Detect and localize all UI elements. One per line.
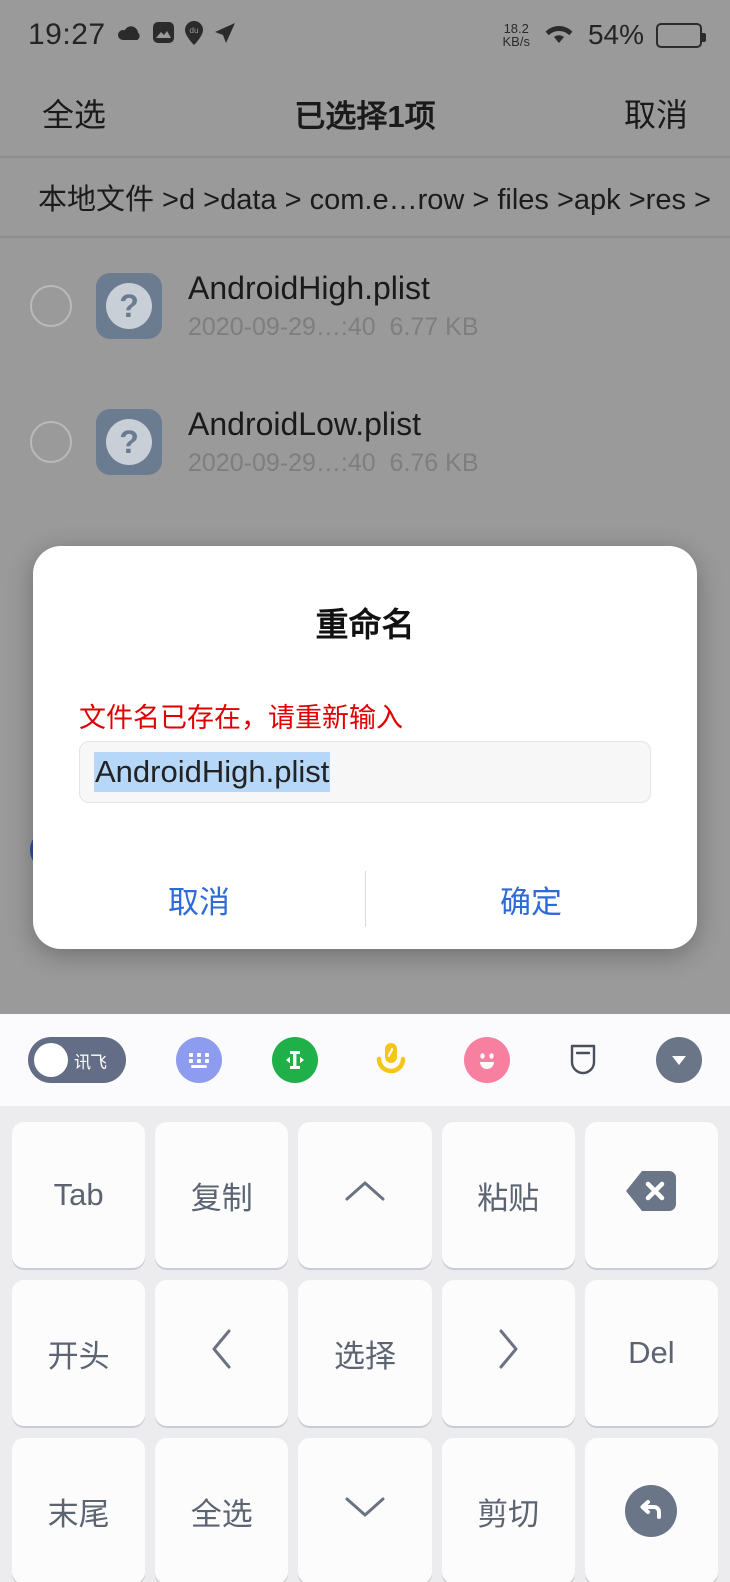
battery-percent: 54%: [587, 19, 644, 50]
chevron-right-icon: [493, 1325, 523, 1381]
key-select[interactable]: 选择: [298, 1280, 432, 1426]
dialog-title: 重命名: [315, 606, 415, 643]
dialog-confirm-button[interactable]: 确定: [365, 849, 697, 949]
row-checkbox[interactable]: [30, 285, 72, 327]
clipboard-icon[interactable]: [560, 1037, 606, 1083]
key-paste[interactable]: 粘贴: [441, 1122, 575, 1268]
key-label: 选择: [333, 1338, 396, 1374]
key-arrow-up[interactable]: [298, 1122, 432, 1268]
file-date: 2020-09-29…:40: [188, 449, 376, 477]
key-label: 全选: [190, 1496, 253, 1532]
status-bar: 19:27 du 18.2 KB/s 54%: [0, 0, 730, 70]
key-cut[interactable]: 剪切: [441, 1438, 575, 1582]
keyboard-switch-icon[interactable]: [176, 1037, 222, 1083]
key-label: 复制: [190, 1180, 253, 1216]
key-arrow-left[interactable]: [155, 1280, 289, 1426]
dialog-actions: 取消 确定: [33, 849, 697, 949]
key-backspace[interactable]: [584, 1122, 718, 1268]
selection-toolbar: 全选 已选择1项 取消: [0, 70, 730, 156]
chevron-up-icon: [341, 1176, 389, 1214]
battery-icon: [656, 22, 706, 48]
cancel-selection-button[interactable]: 取消: [624, 90, 688, 136]
key-label: 剪切: [477, 1496, 540, 1532]
rename-input-value: AndroidHigh.plist: [94, 752, 331, 792]
key-arrow-down[interactable]: [298, 1438, 432, 1582]
wifi-icon: [542, 20, 576, 51]
unknown-file-icon: ?: [96, 409, 162, 475]
backspace-icon: [623, 1167, 679, 1223]
file-name: AndroidHigh.plist: [188, 270, 430, 306]
key-home[interactable]: 开头: [12, 1280, 146, 1426]
file-name: AndroidLow.plist: [188, 406, 422, 442]
rename-dialog: 重命名 文件名已存在，请重新输入 AndroidHigh.plist 取消 确定: [33, 546, 697, 949]
iflytek-toggle[interactable]: 讯飞: [28, 1037, 126, 1083]
emoji-icon[interactable]: [464, 1037, 510, 1083]
key-tab[interactable]: Tab: [12, 1122, 146, 1268]
phone-screen: 19:27 du 18.2 KB/s 54% 全选 已选择1项 取消 本地文件 …: [0, 0, 730, 1582]
svg-text:du: du: [189, 26, 198, 35]
key-arrow-right[interactable]: [441, 1280, 575, 1426]
image-icon: [152, 21, 175, 49]
selection-count-title: 已选择1项: [294, 98, 436, 134]
key-enter[interactable]: [584, 1438, 718, 1582]
toggle-knob: [34, 1043, 68, 1077]
location-pin-icon: du: [184, 20, 203, 50]
key-end[interactable]: 末尾: [12, 1438, 146, 1582]
list-item[interactable]: ? AndroidHigh.plist 2020-09-29…:40 6.77 …: [0, 238, 730, 374]
chevron-left-icon: [207, 1325, 237, 1381]
keyboard-toolbar: 讯飞: [0, 1014, 730, 1106]
keyboard: 讯飞 Tab 复制 粘贴 开头 选择 Del 末尾 全选 剪切: [0, 1014, 730, 1582]
file-meta: 2020-09-29…:40 6.77 KB: [188, 313, 479, 342]
rename-input[interactable]: AndroidHigh.plist: [79, 741, 651, 803]
key-label: 末尾: [47, 1496, 110, 1532]
collapse-keyboard-icon[interactable]: [656, 1037, 702, 1083]
chevron-down-icon: [341, 1492, 389, 1530]
key-select-all[interactable]: 全选: [155, 1438, 289, 1582]
microphone-icon[interactable]: [368, 1037, 414, 1083]
breadcrumb[interactable]: 本地文件 >d >data > com.e…row > files >apk >…: [0, 158, 730, 236]
key-label: Del: [628, 1335, 675, 1370]
row-checkbox[interactable]: [30, 421, 72, 463]
file-size: 6.77 KB: [389, 313, 479, 341]
keyboard-keys: Tab 复制 粘贴 开头 选择 Del 末尾 全选 剪切: [0, 1106, 730, 1582]
file-date: 2020-09-29…:40: [188, 313, 376, 341]
file-size: 6.76 KB: [389, 449, 479, 477]
key-label: 开头: [47, 1338, 110, 1374]
dialog-error-message: 文件名已存在，请重新输入: [79, 703, 403, 733]
key-copy[interactable]: 复制: [155, 1122, 289, 1268]
key-label: Tab: [53, 1177, 104, 1212]
file-meta: 2020-09-29…:40 6.76 KB: [188, 449, 479, 478]
dialog-cancel-button[interactable]: 取消: [33, 849, 365, 949]
cursor-select-icon[interactable]: [272, 1037, 318, 1083]
dialog-button-divider: [365, 871, 366, 927]
select-all-button[interactable]: 全选: [42, 90, 106, 136]
key-delete[interactable]: Del: [584, 1280, 718, 1426]
list-item[interactable]: ? AndroidLow.plist 2020-09-29…:40 6.76 K…: [0, 374, 730, 510]
status-bar-left: 19:27 du: [28, 18, 237, 52]
network-speed-unit: KB/s: [502, 34, 530, 49]
network-speed: 18.2 KB/s: [502, 22, 529, 48]
iflytek-label: 讯飞: [74, 1052, 107, 1072]
unknown-file-icon: ?: [96, 273, 162, 339]
return-icon: [625, 1485, 678, 1537]
cloud-icon: [116, 22, 142, 49]
status-time: 19:27: [28, 18, 106, 51]
status-bar-right: 18.2 KB/s 54%: [502, 19, 706, 51]
key-label: 粘贴: [477, 1180, 540, 1216]
navigation-arrow-icon: [213, 21, 237, 50]
